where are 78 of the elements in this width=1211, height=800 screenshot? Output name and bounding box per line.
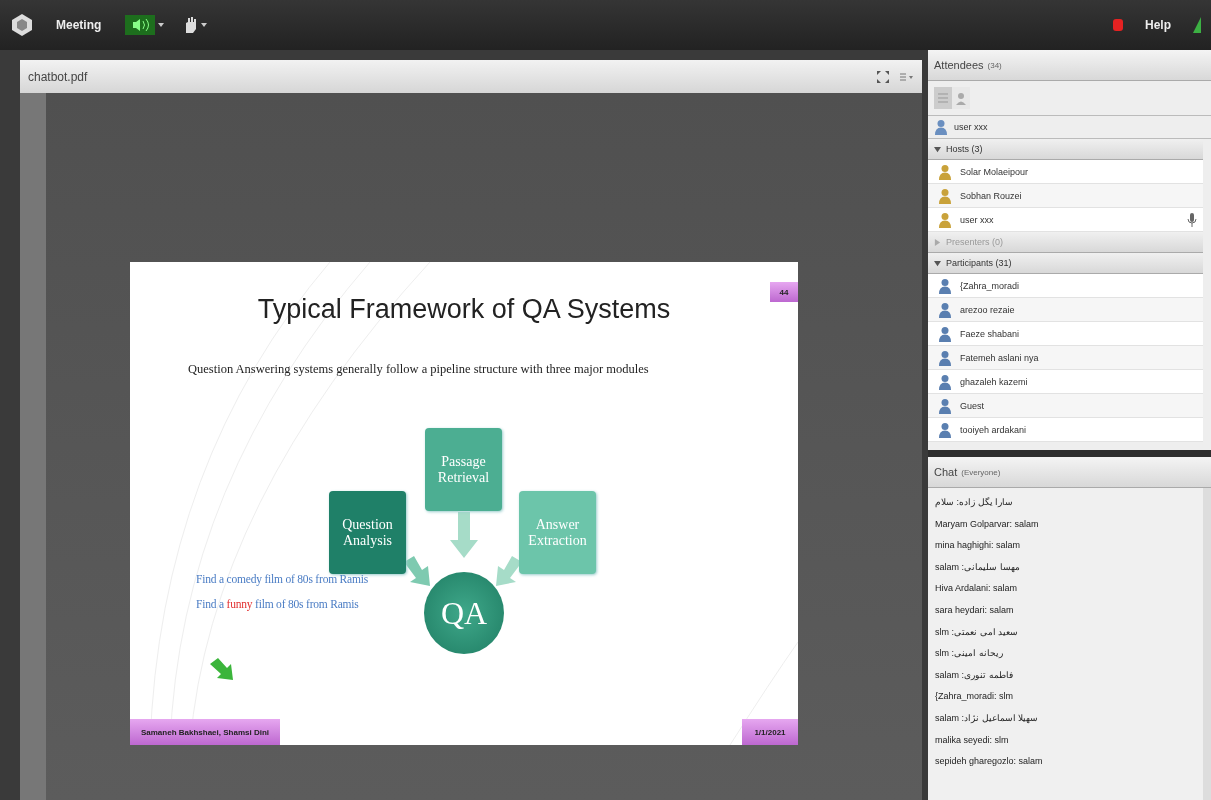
record-icon (1113, 19, 1123, 31)
author-footer: Samaneh Bakhshaei, Shamsi Dini (130, 719, 280, 745)
attendee-name: ghazaleh kazemi (960, 376, 1029, 387)
arrow-icon (496, 556, 522, 586)
chat-message: malika seyedi: slm (935, 733, 1010, 747)
diagram-box: Answer Extraction (519, 491, 596, 574)
attendee-row[interactable]: {Zahra_moradi (928, 274, 1203, 298)
example-sentence: Find a funny film of 80s from Ramis (196, 598, 359, 610)
attendee-row[interactable]: ghazaleh kazemi (928, 370, 1203, 394)
person-icon (938, 277, 952, 294)
status-icon (1193, 17, 1201, 33)
attendee-name: Fatemeh aslani nya (960, 352, 1040, 363)
person-icon (938, 397, 952, 414)
chat-message: ریحانه امینی: slm (935, 647, 1004, 661)
attendee-name: user xxx (960, 214, 995, 225)
fullscreen-icon[interactable] (876, 69, 890, 84)
attendee-name: Faeze shabani (960, 328, 1021, 339)
diagram-box: Passage Retrieval (425, 428, 502, 511)
caret-icon (158, 23, 165, 27)
person-icon (938, 211, 952, 228)
panel-title: Chat (934, 466, 958, 478)
attendee-row[interactable]: Faeze shabani (928, 322, 1203, 346)
attendee-row[interactable]: tooiyeh ardakani (928, 418, 1203, 442)
attendee-name: Guest (960, 400, 985, 411)
arrow-icon (404, 556, 430, 586)
chat-message: مهسا سلیمانی: salam (935, 560, 1021, 574)
speaker-button[interactable] (123, 13, 167, 37)
chat-message: سعید امی نعمتی: slm (935, 625, 1019, 639)
chat-message: mina haghighi: salam (935, 539, 1022, 553)
current-user: user xxx (954, 122, 988, 132)
arrow-icon (450, 512, 478, 558)
options-icon[interactable] (900, 71, 914, 82)
person-icon (938, 325, 952, 342)
date-footer: 1/1/2021 (742, 719, 798, 745)
person-icon (938, 301, 952, 318)
qa-circle: QA (424, 572, 504, 654)
attendee-row[interactable]: Fatemeh aslani nya (928, 346, 1203, 370)
help-menu[interactable]: Help (1137, 16, 1179, 34)
panel-title: Attendees (934, 59, 984, 71)
triangle-icon (934, 145, 941, 153)
attendee-row[interactable]: user xxx (928, 208, 1203, 232)
person-icon (938, 349, 952, 366)
attendee-name: Sobhan Rouzei (960, 190, 1023, 201)
slide-title: Typical Framework of QA Systems (256, 294, 672, 325)
triangle-icon (934, 238, 941, 246)
chat-message: سهیلا اسماعیل نژاد: salam (935, 711, 1040, 725)
pointer-arrow-icon (210, 658, 233, 680)
document-title: chatbot.pdf (28, 69, 89, 84)
chat-message: sepideh gharegozlo: salam (935, 755, 1044, 769)
diagram-box: Question Analysis (329, 491, 406, 574)
example-sentence: Find a comedy film of 80s from Ramis (196, 573, 368, 585)
slide-subtitle: Question Answering systems generally follow a pipeline structure with three major modules (188, 362, 649, 377)
attendee-row[interactable]: Sobhan Rouzei (928, 184, 1203, 208)
attendee-row[interactable]: Solar Molaeipour (928, 160, 1203, 184)
meeting-menu[interactable]: Meeting (48, 16, 110, 34)
chat-message: Maryam Golparvar: salam (935, 517, 1040, 531)
attendee-name: {Zahra_moradi (960, 280, 1021, 291)
attendee-row[interactable]: Guest (928, 394, 1203, 418)
attendee-row[interactable]: arezoo rezaie (928, 298, 1203, 322)
chat-message: فاطمه تنوری: salam (935, 668, 1014, 682)
attendee-name: arezoo rezaie (960, 304, 1016, 315)
caret-icon (201, 23, 208, 27)
chat-message: {Zahra_moradi: slm (935, 690, 1015, 704)
triangle-icon (934, 259, 941, 267)
person-icon (938, 163, 952, 180)
user-icon (934, 119, 948, 135)
person-icon (938, 421, 952, 438)
chat-message: سارا یگل زاده: سلام (935, 496, 1014, 509)
logo-icon (10, 13, 34, 37)
chat-message: sara heydari: salam (935, 603, 1015, 617)
chat-scope: (Everyone) (961, 467, 1001, 477)
chat-message: Hiva Ardalani: salam (935, 582, 1019, 596)
attendee-name: Solar Molaeipour (960, 166, 1030, 177)
page-number: 44 (770, 282, 798, 302)
person-icon (938, 187, 952, 204)
attendee-count: (34) (987, 60, 1002, 70)
attendee-name: tooiyeh ardakani (960, 424, 1028, 435)
person-icon (938, 373, 952, 390)
